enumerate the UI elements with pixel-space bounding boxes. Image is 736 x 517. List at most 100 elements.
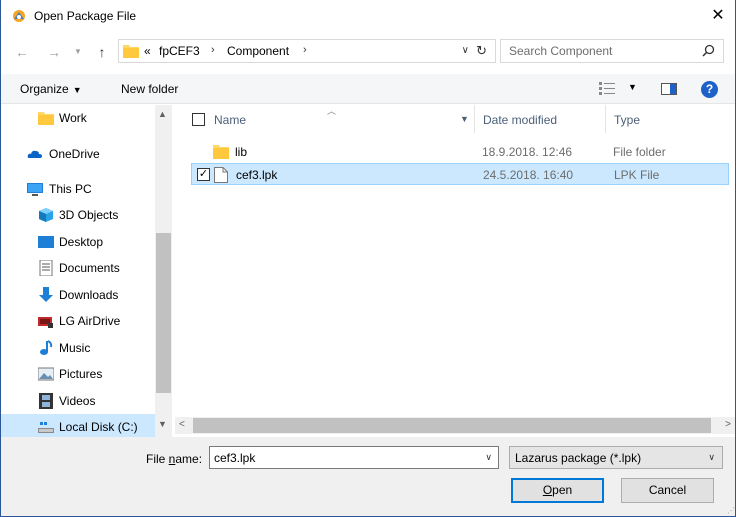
bottom-panel: File name: ∨ Lazarus package (*.lpk) ∨ O… [1,437,735,516]
scrollbar-thumb[interactable] [156,233,171,393]
window-title: Open Package File [34,9,137,23]
breadcrumb-overflow[interactable]: « [144,44,151,58]
scroll-up-icon[interactable]: ▲ [158,109,167,119]
airdrive-icon [38,317,53,328]
view-chevron-down-icon[interactable]: ▼ [628,82,637,92]
refresh-icon[interactable]: ↻ [476,43,487,59]
pc-icon [27,183,43,196]
desktop-icon [38,236,54,248]
title-bar: Open Package File ✕ [1,0,735,32]
open-file-dialog: Open Package File ✕ ← → ▼ ↑ « fpCEF3 › C… [0,0,736,517]
horizontal-scrollbar[interactable]: < > [175,417,735,434]
column-header-date[interactable]: Date modified [483,113,557,127]
nav-item-work[interactable]: Work [1,105,155,131]
nav-item-lg-airdrive[interactable]: LG AirDrive [1,308,155,334]
column-divider[interactable] [605,105,606,133]
file-name: cef3.lpk [236,168,278,182]
select-all-checkbox[interactable] [192,113,205,126]
address-bar[interactable]: « fpCEF3 › Component › ∨ ↻ [118,39,496,63]
file-row[interactable]: lib 18.9.2018. 12:46 File folder [191,141,729,163]
file-name-label-part: File [146,452,169,466]
scrollbar-thumb[interactable] [193,418,711,433]
help-icon[interactable]: ? [701,81,718,98]
nav-item-label: LG AirDrive [59,314,121,328]
nav-item-videos[interactable]: Videos [1,388,155,414]
file-row-selected[interactable]: ✓ cef3.lpk 24.5.2018. 16:40 LPK File [191,163,729,185]
address-row: ← → ▼ ↑ « fpCEF3 › Component › ∨ ↻ [1,37,735,67]
file-name-combobox[interactable]: ∨ [209,446,499,469]
nav-item-label: Music [59,341,91,355]
nav-item-music[interactable]: Music [1,335,155,361]
navigation-pane: Work OneDrive This PC 3D Objects Desktop… [1,105,173,440]
music-icon [40,340,53,355]
resize-grip-icon[interactable]: ⋰ [727,506,735,515]
nav-item-label: Desktop [59,235,104,249]
cancel-button[interactable]: Cancel [621,478,714,503]
row-checkbox[interactable]: ✓ [197,168,210,181]
nav-item-label: Videos [59,394,96,408]
nav-item-pictures[interactable]: Pictures [1,361,155,387]
file-list: ︿ Name ▼ Date modified Type lib 18.9.201… [175,105,735,417]
nav-item-onedrive[interactable]: OneDrive [1,141,155,167]
nav-item-label: Local Disk (C:) [59,420,138,434]
open-button-label: Open [542,483,573,497]
videos-icon [39,393,53,409]
file-name-label-part: ame: [175,452,203,466]
view-details-icon[interactable] [599,82,615,95]
file-date: 18.9.2018. 12:46 [482,145,573,159]
forward-arrow-icon[interactable]: → [45,44,63,60]
nav-item-desktop[interactable]: Desktop [1,229,155,255]
folder-icon [123,45,139,58]
file-type-filter[interactable]: Lazarus package (*.lpk) ∨ [509,446,723,469]
scroll-down-icon[interactable]: ▼ [158,419,167,429]
nav-item-label: Downloads [59,288,119,302]
close-button[interactable]: ✕ [701,0,735,32]
nav-item-documents[interactable]: Documents [1,255,155,281]
disk-icon [38,422,54,433]
scroll-right-icon[interactable]: > [725,419,731,430]
column-filter-chevron-icon[interactable]: ▼ [460,114,469,124]
nav-item-label: Pictures [59,367,103,381]
file-type-filter-value: Lazarus package (*.lpk) [515,451,642,465]
breadcrumb-item[interactable]: fpCEF3 [159,44,200,58]
organize-label: Organize [20,82,69,96]
breadcrumb-separator-icon[interactable]: › [211,44,215,56]
recent-locations-chevron-icon[interactable]: ▼ [69,44,87,60]
command-bar: Organize ▼ New folder ▼ ? [1,74,735,104]
nav-item-label: Work [59,111,87,125]
organize-button[interactable]: Organize ▼ [20,82,82,96]
file-type: File folder [613,145,666,159]
column-divider[interactable] [474,105,475,133]
open-button[interactable]: Open [511,478,604,503]
address-dropdown-icon[interactable]: ∨ [462,45,469,56]
scroll-left-icon[interactable]: < [179,419,185,430]
file-name-label: File name: [146,452,202,466]
preview-pane-icon[interactable] [661,83,677,95]
search-input[interactable] [509,43,689,59]
pictures-icon [38,367,54,381]
3d-objects-icon [39,208,53,222]
chevron-down-icon[interactable]: ∨ [485,452,492,463]
nav-item-downloads[interactable]: Downloads [1,282,155,308]
chevron-down-icon: ▼ [72,85,82,95]
downloads-icon [39,287,53,302]
column-header-type[interactable]: Type [614,113,640,127]
search-icon[interactable] [702,44,715,57]
file-name-input[interactable] [214,450,464,465]
search-box[interactable] [500,39,724,63]
column-header-name[interactable]: Name [214,113,246,127]
new-folder-button[interactable]: New folder [121,82,178,96]
folder-icon [38,112,54,125]
nav-scrollbar[interactable]: ▲ ▼ [155,105,172,437]
breadcrumb-item[interactable]: Component [227,44,289,58]
nav-item-this-pc[interactable]: This PC [1,176,155,202]
nav-item-label: This PC [49,182,92,196]
nav-item-3d-objects[interactable]: 3D Objects [1,202,155,228]
breadcrumb-separator-icon[interactable]: › [303,44,307,56]
documents-icon [39,260,53,276]
lazarus-app-icon [13,10,25,22]
file-name: lib [235,145,248,159]
back-arrow-icon[interactable]: ← [13,44,31,60]
up-arrow-icon[interactable]: ↑ [93,44,111,60]
close-icon: ✕ [711,7,725,24]
